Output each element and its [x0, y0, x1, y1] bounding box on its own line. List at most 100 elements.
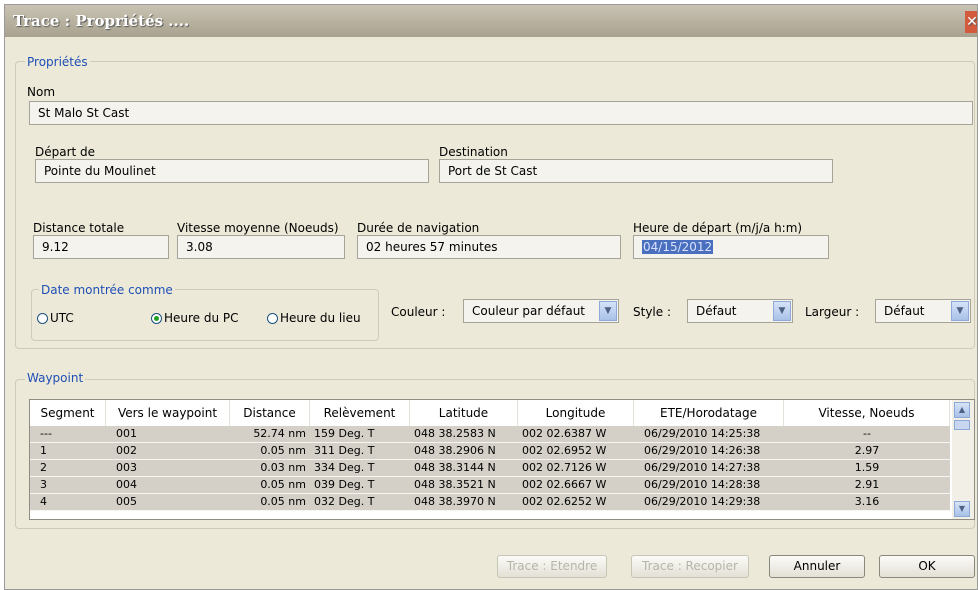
heure-field[interactable]: 04/15/2012 [633, 235, 829, 259]
column-header-latitude[interactable]: Latitude [410, 400, 518, 426]
duree-field[interactable]: 02 heures 57 minutes [357, 235, 621, 259]
cell-waypoint: 001 [116, 427, 137, 440]
couleur-select[interactable]: Couleur par défaut ▼ [463, 299, 619, 323]
cell-distance: 0.05 nm [260, 478, 306, 491]
style-label: Style : [633, 305, 671, 319]
cell-longitude: 002 02.6387 W [522, 427, 607, 440]
nom-field[interactable]: St Malo St Cast [29, 101, 973, 125]
column-header-segment[interactable]: Segment [30, 400, 106, 426]
heure-value: 04/15/2012 [642, 240, 714, 254]
cell-vitesse: -- [863, 427, 871, 440]
cell-longitude: 002 02.7126 W [522, 461, 607, 474]
cell-relevement: 039 Deg. T [314, 478, 375, 491]
column-header-vers-waypoint[interactable]: Vers le waypoint [106, 400, 230, 426]
chevron-down-icon[interactable]: ▼ [954, 501, 970, 517]
cell-segment: 4 [40, 495, 47, 508]
largeur-select-value: Défaut [884, 304, 925, 318]
table-vertical-scrollbar[interactable]: ▲ ▼ [952, 400, 974, 519]
window-title: Trace : Propriétés .... [13, 12, 190, 30]
cell-segment: 3 [40, 478, 47, 491]
title-bar[interactable]: Trace : Propriétés .... ✕ [5, 5, 977, 37]
vitesse-label: Vitesse moyenne (Noeuds) [177, 221, 339, 235]
cell-relevement: 311 Deg. T [314, 444, 375, 457]
couleur-select-value: Couleur par défaut [472, 304, 586, 318]
cell-timestamp: 06/29/2010 14:25:38 [644, 427, 761, 440]
heure-label: Heure de départ (m/j/a h:m) [633, 221, 803, 235]
column-header-relevement[interactable]: Relèvement [310, 400, 410, 426]
cell-segment: 1 [40, 444, 47, 457]
radio-circle-icon [267, 312, 278, 324]
destination-field[interactable]: Port de St Cast [439, 159, 833, 183]
cell-longitude: 002 02.6952 W [522, 444, 607, 457]
cell-waypoint: 004 [116, 478, 137, 491]
table-header: Segment Vers le waypoint Distance Relève… [30, 400, 950, 426]
cell-vitesse: 1.59 [854, 461, 880, 474]
date-group-legend: Date montrée comme [39, 283, 175, 297]
nom-label: Nom [27, 85, 56, 99]
ok-button[interactable]: OK [879, 555, 975, 578]
radio-heure-lieu[interactable]: Heure du lieu [267, 311, 361, 325]
chevron-up-icon[interactable]: ▲ [954, 402, 970, 418]
cell-distance: 0.05 nm [260, 444, 306, 457]
close-icon[interactable]: ✕ [965, 11, 977, 33]
cell-timestamp: 06/29/2010 14:27:38 [644, 461, 761, 474]
largeur-label: Largeur : [805, 305, 860, 319]
couleur-label: Couleur : [391, 305, 446, 319]
scroll-thumb[interactable] [954, 420, 970, 430]
column-header-distance[interactable]: Distance [230, 400, 310, 426]
cell-longitude: 002 02.6252 W [522, 495, 607, 508]
radio-utc-label: UTC [50, 311, 74, 325]
cell-distance: 52.74 nm [253, 427, 306, 440]
cell-waypoint: 002 [116, 444, 137, 457]
trace-etendre-button[interactable]: Trace : Etendre [497, 555, 607, 578]
distance-field[interactable]: 9.12 [33, 235, 169, 259]
cell-waypoint: 005 [116, 495, 137, 508]
table-row[interactable]: 3 004 0.05 nm 039 Deg. T 048 38.3521 N 0… [30, 477, 950, 494]
proprietes-legend: Propriétés [25, 55, 90, 69]
radio-heure-pc[interactable]: Heure du PC [151, 311, 239, 325]
depart-field[interactable]: Pointe du Moulinet [35, 159, 429, 183]
cell-distance: 0.05 nm [260, 495, 306, 508]
chevron-down-icon[interactable]: ▼ [599, 301, 617, 321]
cell-vitesse: 3.16 [854, 495, 880, 508]
style-select[interactable]: Défaut ▼ [687, 299, 793, 323]
radio-utc[interactable]: UTC [37, 311, 74, 325]
depart-label: Départ de [35, 145, 96, 159]
cell-latitude: 048 38.3970 N [414, 495, 496, 508]
cell-relevement: 334 Deg. T [314, 461, 375, 474]
cell-distance: 0.03 nm [260, 461, 306, 474]
cell-latitude: 048 38.2906 N [414, 444, 496, 457]
column-header-longitude[interactable]: Longitude [518, 400, 634, 426]
cell-waypoint: 003 [116, 461, 137, 474]
cell-timestamp: 06/29/2010 14:28:38 [644, 478, 761, 491]
radio-heure-lieu-label: Heure du lieu [280, 311, 361, 325]
chevron-down-icon[interactable]: ▼ [951, 301, 969, 321]
radio-selected-icon [151, 312, 162, 324]
cell-vitesse: 2.97 [854, 444, 880, 457]
dialog-window: Trace : Propriétés .... ✕ Propriétés Nom… [4, 4, 978, 590]
cell-latitude: 048 38.3144 N [414, 461, 496, 474]
cell-timestamp: 06/29/2010 14:26:38 [644, 444, 761, 457]
cell-relevement: 032 Deg. T [314, 495, 375, 508]
cell-longitude: 002 02.6667 W [522, 478, 607, 491]
style-select-value: Défaut [696, 304, 737, 318]
radio-heure-pc-label: Heure du PC [164, 311, 239, 325]
distance-label: Distance totale [33, 221, 125, 235]
waypoint-table[interactable]: Segment Vers le waypoint Distance Relève… [29, 399, 975, 520]
chevron-down-icon[interactable]: ▼ [773, 301, 791, 321]
radio-circle-icon [37, 312, 48, 324]
annuler-button[interactable]: Annuler [769, 555, 865, 578]
table-row[interactable]: 4 005 0.05 nm 032 Deg. T 048 38.3970 N 0… [30, 494, 950, 511]
column-header-vitesse[interactable]: Vitesse, Noeuds [784, 400, 950, 426]
largeur-select[interactable]: Défaut ▼ [875, 299, 971, 323]
trace-recopier-button[interactable]: Trace : Recopier [631, 555, 749, 578]
vitesse-field[interactable]: 3.08 [177, 235, 345, 259]
cell-segment: --- [40, 427, 52, 440]
table-row[interactable]: 2 003 0.03 nm 334 Deg. T 048 38.3144 N 0… [30, 460, 950, 477]
column-header-ete-horodatage[interactable]: ETE/Horodatage [634, 400, 784, 426]
cell-timestamp: 06/29/2010 14:29:38 [644, 495, 761, 508]
cell-latitude: 048 38.2583 N [414, 427, 496, 440]
duree-label: Durée de navigation [357, 221, 480, 235]
table-row[interactable]: --- 001 52.74 nm 159 Deg. T 048 38.2583 … [30, 426, 950, 443]
table-row[interactable]: 1 002 0.05 nm 311 Deg. T 048 38.2906 N 0… [30, 443, 950, 460]
